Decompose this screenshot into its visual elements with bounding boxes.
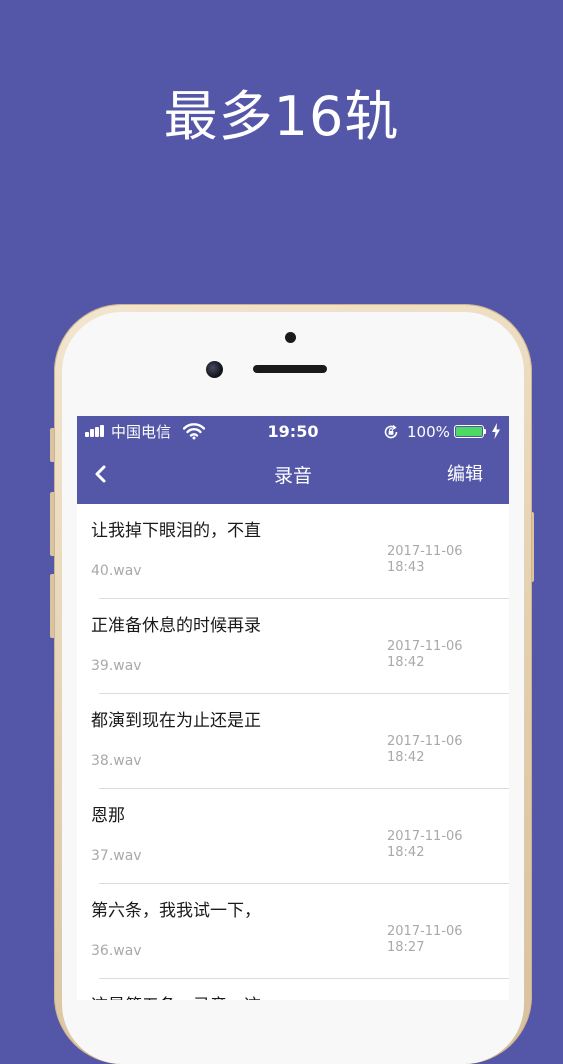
recording-row[interactable]: 让我掉下眼泪的，不直 40.wav 2017-11-06 18:43	[91, 504, 509, 599]
front-camera	[206, 361, 223, 378]
recording-date: 2017-11-06	[387, 924, 463, 939]
recording-timestamp: 2017-11-06 18:27	[387, 924, 487, 956]
recording-row[interactable]: 第六条，我我试一下， 36.wav 2017-11-06 18:27	[91, 884, 509, 979]
earpiece-speaker	[253, 365, 327, 373]
recording-time: 18:27	[387, 940, 425, 955]
header-area: 中国电信 19:50 100% 录音 编辑	[77, 416, 509, 504]
recording-date: 2017-11-06	[387, 829, 463, 844]
recording-title: 让我掉下眼泪的，不直	[91, 521, 261, 541]
promo-headline: 最多16轨	[163, 85, 400, 148]
recording-filename: 37.wav	[91, 848, 142, 864]
page-title: 录音	[273, 465, 312, 487]
recording-date: 2017-11-06	[387, 734, 463, 749]
recording-row[interactable]: 都演到现在为止还是正 38.wav 2017-11-06 18:42	[91, 694, 509, 789]
recording-title: 恩那	[91, 806, 125, 826]
recording-title: 这是第五条，录音，这	[91, 995, 261, 1000]
recording-time: 18:42	[387, 845, 425, 860]
recording-timestamp: 2017-11-06 18:42	[387, 829, 487, 861]
rotation-lock-icon	[384, 424, 398, 439]
recording-title: 都演到现在为止还是正	[91, 711, 261, 731]
recording-time: 18:42	[387, 750, 425, 765]
recording-time: 18:43	[387, 560, 425, 575]
recording-time: 18:42	[387, 655, 425, 670]
charging-bolt-icon	[492, 423, 500, 439]
recording-row[interactable]: 恩那 37.wav 2017-11-06 18:42	[91, 789, 509, 884]
recording-date: 2017-11-06	[387, 639, 463, 654]
recording-filename: 40.wav	[91, 563, 142, 579]
proximity-sensor	[285, 332, 296, 343]
navigation-bar: 录音 编辑	[77, 454, 509, 498]
recording-timestamp: 2017-11-06 18:42	[387, 639, 487, 671]
recording-title: 正准备休息的时候再录	[91, 616, 261, 636]
battery-percentage: 100%	[407, 423, 450, 441]
recording-title: 第六条，我我试一下，	[91, 901, 261, 921]
recording-filename: 39.wav	[91, 658, 142, 674]
edit-button[interactable]: 编辑	[447, 463, 483, 487]
recording-list: 让我掉下眼泪的，不直 40.wav 2017-11-06 18:43 正准备休息的时候再…	[77, 504, 509, 1000]
recording-timestamp: 2017-11-06 18:43	[387, 544, 487, 576]
battery-icon	[454, 425, 484, 438]
recording-row[interactable]: 正准备休息的时候再录 39.wav 2017-11-06 18:42	[91, 599, 509, 694]
battery-cap	[484, 429, 486, 434]
recording-timestamp: 2017-11-06 18:42	[387, 734, 487, 766]
recording-filename: 36.wav	[91, 943, 142, 959]
app-screen: 中国电信 19:50 100% 录音 编辑 让我掉下眼泪的，不直 40.wav …	[77, 416, 509, 1000]
recording-filename: 38.wav	[91, 753, 142, 769]
recording-date: 2017-11-06	[387, 544, 463, 559]
status-bar: 中国电信 19:50 100%	[77, 416, 509, 448]
recording-row[interactable]: 这是第五条，录音，这	[91, 979, 509, 1000]
battery-fill	[456, 427, 482, 436]
